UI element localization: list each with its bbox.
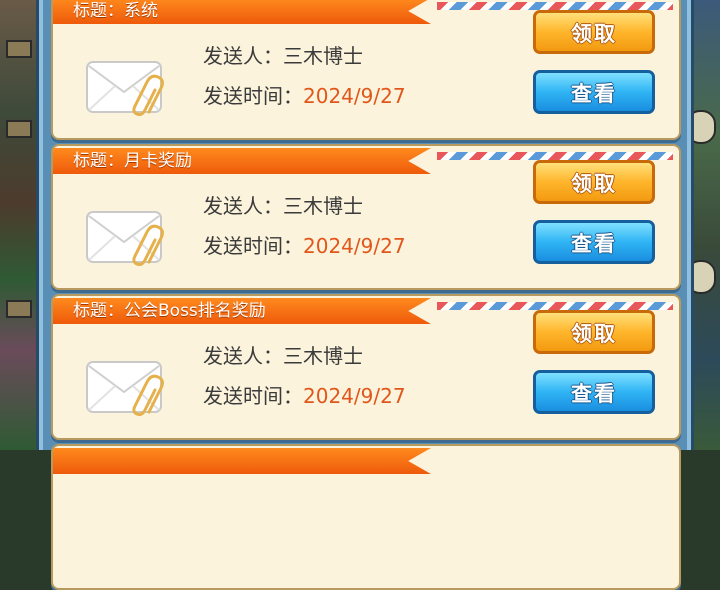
mail-item: 标题：公会Boss排名奖励 发送人：三木博士 发送时间：2024/9/27 领取… (51, 294, 681, 440)
mail-title-ribbon: 标题：公会Boss排名奖励 (53, 298, 431, 324)
sender-name: 三木博士 (283, 194, 363, 218)
mail-item: 标题：系统 发送人：三木博士 发送时间：2024/9/27 领取 查看 (51, 0, 681, 140)
mail-title: 系统 (124, 1, 158, 21)
time-label: 发送时间： (203, 84, 303, 108)
envelope-icon (86, 211, 164, 266)
mail-item: 标题：月卡奖励 发送人：三木博士 发送时间：2024/9/27 领取 查看 (51, 144, 681, 290)
mail-title-prefix: 标题： (73, 1, 124, 21)
sender-label: 发送人： (203, 344, 283, 368)
sender-line: 发送人：三木博士 (203, 40, 363, 69)
mail-title: 公会Boss排名奖励 (124, 301, 266, 321)
sender-name: 三木博士 (283, 44, 363, 68)
mail-title: 月卡奖励 (124, 151, 192, 171)
view-button[interactable]: 查看 (533, 220, 655, 264)
sender-line: 发送人：三木博士 (203, 190, 363, 219)
mail-title-ribbon: 标题：系统 (53, 0, 431, 24)
mail-item-partial (51, 444, 681, 590)
envelope-icon (86, 61, 164, 116)
time-label: 发送时间： (203, 234, 303, 258)
building-window (6, 40, 32, 58)
view-button[interactable]: 查看 (533, 370, 655, 414)
sender-name: 三木博士 (283, 344, 363, 368)
claim-button[interactable]: 领取 (533, 310, 655, 354)
send-date: 2024/9/27 (303, 84, 406, 108)
mail-title-prefix: 标题： (73, 301, 124, 321)
airmail-stripe (437, 302, 673, 310)
view-button[interactable]: 查看 (533, 70, 655, 114)
time-line: 发送时间：2024/9/27 (203, 230, 406, 259)
time-label: 发送时间： (203, 384, 303, 408)
claim-button[interactable]: 领取 (533, 10, 655, 54)
background-scene-left (0, 0, 40, 450)
mail-title-ribbon: 标题：月卡奖励 (53, 148, 431, 174)
building-window (6, 300, 32, 318)
mail-title-ribbon (53, 448, 431, 474)
sender-label: 发送人： (203, 194, 283, 218)
send-date: 2024/9/27 (303, 234, 406, 258)
mailbox-panel: 标题：系统 发送人：三木博士 发送时间：2024/9/27 领取 查看 标题：月… (36, 0, 694, 590)
sender-label: 发送人： (203, 44, 283, 68)
sender-line: 发送人：三木博士 (203, 340, 363, 369)
claim-button[interactable]: 领取 (533, 160, 655, 204)
airmail-stripe (437, 2, 673, 10)
envelope-icon (86, 361, 164, 416)
time-line: 发送时间：2024/9/27 (203, 380, 406, 409)
airmail-stripe (437, 152, 673, 160)
mail-title-prefix: 标题： (73, 151, 124, 171)
send-date: 2024/9/27 (303, 384, 406, 408)
time-line: 发送时间：2024/9/27 (203, 80, 406, 109)
building-window (6, 120, 32, 138)
